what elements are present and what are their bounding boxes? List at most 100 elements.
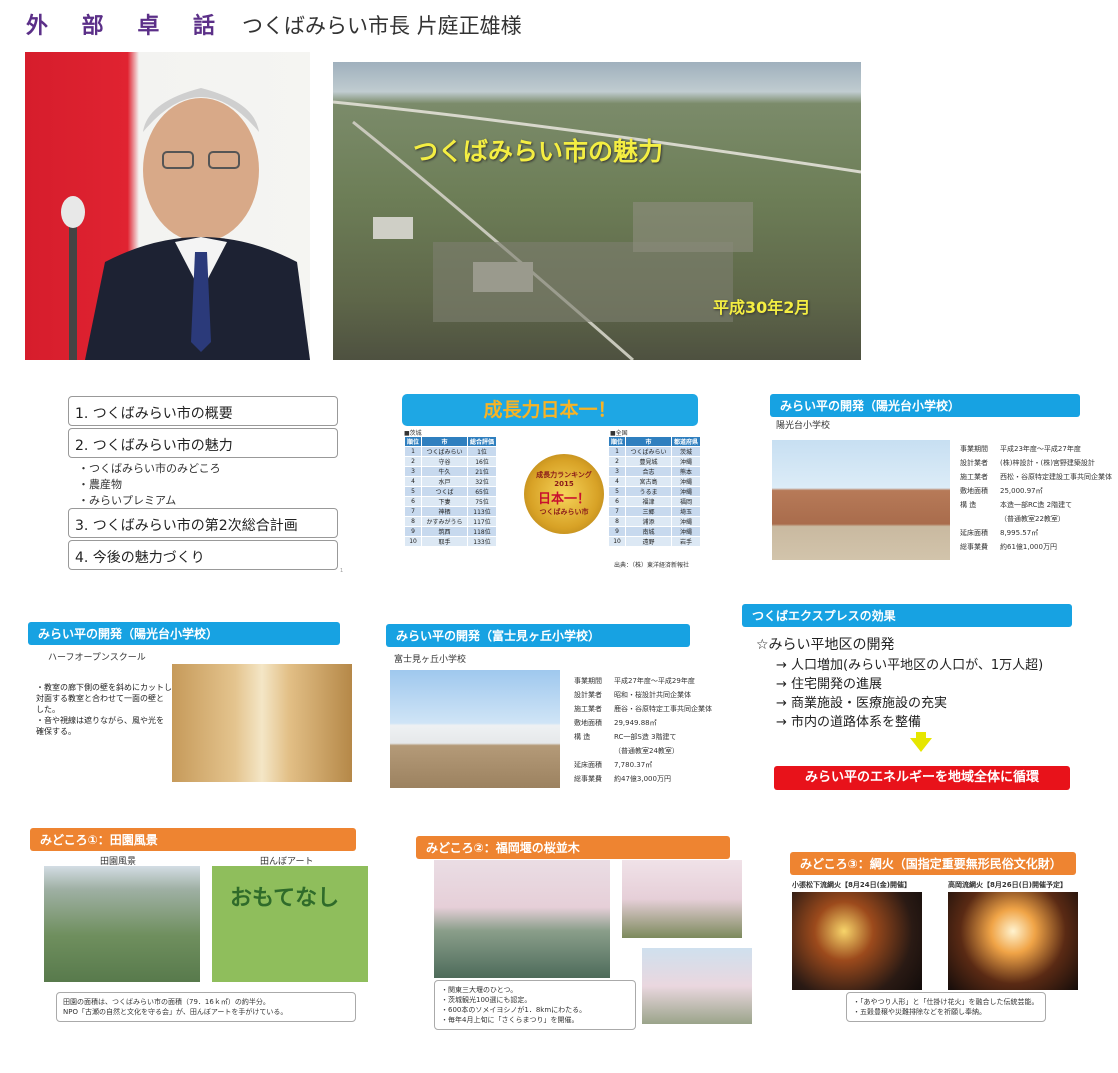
spec-value: 西松・谷原特定建設工事共同企業体 xyxy=(1000,473,1112,481)
spec-row: 構 造 本造一部RC造 2階建て xyxy=(960,498,1112,512)
spec-label: 事業期間 xyxy=(960,445,988,453)
school-building-photo xyxy=(772,440,950,560)
table-cell: 福岡 xyxy=(671,496,702,507)
table-row: 9 筑西 118位 xyxy=(403,526,498,537)
slide-agenda: 1. つくばみらい市の概要 2. つくばみらい市の魅力 ・つくばみらい市のみどこ… xyxy=(60,392,350,574)
spec-value: 8,995.57㎡ xyxy=(1000,529,1039,537)
cherry-trees-photo xyxy=(642,948,752,1024)
spec-label: 延床面積 xyxy=(960,529,988,537)
spec-row: 設計業者 昭和・桜設計共同企業体 xyxy=(574,688,712,702)
table-row: 2 守谷 16位 xyxy=(403,456,498,467)
spec-label: 総事業費 xyxy=(574,775,602,783)
table-cell: 岩手 xyxy=(671,536,702,547)
spec-label: 総事業費 xyxy=(960,543,988,551)
slide-note-box: ・関東三大堰のひとつ。 ・茨城観光100選にも認定。 ・600本のソメイヨシノが… xyxy=(434,980,636,1030)
table-cell: 浦添 xyxy=(625,516,673,527)
spec-value: 鹿谷・谷原特定工事共同企業体 xyxy=(614,705,712,713)
agenda-subitem: ・つくばみらい市のみどころ xyxy=(78,462,221,475)
ranking-column-header: 順位 xyxy=(607,436,627,447)
spec-row: 敷地面積 25,000.97㎡ xyxy=(960,484,1112,498)
table-row: 1 つくばみらい 1位 xyxy=(403,446,498,457)
table-cell: 牛久 xyxy=(421,466,469,477)
table-cell: つくばみらい xyxy=(625,446,673,457)
table-cell: 9 xyxy=(403,526,423,537)
note-line: した。 xyxy=(36,705,60,714)
table-cell: 10 xyxy=(607,536,627,547)
table-cell: 熊本 xyxy=(671,466,702,477)
table-cell: 守谷 xyxy=(421,456,469,467)
table-row: 8 浦添 沖縄 xyxy=(607,516,702,527)
table-row: 7 三郷 埼玉 xyxy=(607,506,702,517)
note-line: ・教室の廊下側の壁を斜めにカットし xyxy=(36,683,172,692)
spec-label: 設計業者 xyxy=(960,459,988,467)
slide-page-number: 1 xyxy=(340,568,344,574)
slide-spot-tsunabi: みどころ③：綱火（国指定重要無形民俗文化財） 小張松下流綱火【8月24日(金)開… xyxy=(790,852,1090,1032)
table-cell: 16位 xyxy=(467,456,498,467)
tsunabi-photo-2 xyxy=(948,892,1078,990)
note-line: ・毎年4月上旬に「さくらまつり」を開催。 xyxy=(441,1016,579,1024)
table-cell: 茨城 xyxy=(671,446,702,457)
spec-row: 事業期間 平成27年度～平成29年度 xyxy=(574,674,712,688)
table-cell: 福津 xyxy=(625,496,673,507)
express-item: → 市内の道路体系を整備 xyxy=(776,715,922,730)
spec-value: 平成27年度～平成29年度 xyxy=(614,677,695,685)
spec-value: 約47億3,000万円 xyxy=(614,775,671,783)
agenda-subitem: ・農産物 xyxy=(78,478,122,491)
spec-label: 施工業者 xyxy=(574,705,602,713)
spec-row: 総事業費 約47億3,000万円 xyxy=(574,772,712,786)
slide-title-bar: みらい平の開発（富士見ヶ丘小学校） xyxy=(386,624,690,647)
spec-value: 本造一部RC造 2階建て xyxy=(1000,501,1073,509)
table-row: 8 かすみがうら 117位 xyxy=(403,516,498,527)
spec-label: 構 造 xyxy=(960,501,977,509)
down-arrow-icon xyxy=(910,738,932,752)
spec-value: RC一部S造 3階建て xyxy=(614,733,677,741)
paddy-art-text: おもてなし xyxy=(230,886,340,911)
slide-title-bar: つくばエクスプレスの効果 xyxy=(742,604,1072,627)
table-cell: 筑西 xyxy=(421,526,469,537)
school-building-photo xyxy=(390,670,560,788)
table-cell: 9 xyxy=(607,526,627,537)
table-cell: かすみがうら xyxy=(421,516,469,527)
cherry-river-photo xyxy=(434,860,610,978)
note-line: ・関東三大堰のひとつ。 xyxy=(441,986,518,994)
school-name: 富士見ヶ丘小学校 xyxy=(394,655,467,665)
table-cell: 神栖 xyxy=(421,506,469,517)
spec-value: （普通教室24教室） xyxy=(614,747,679,755)
table-row: 7 神栖 113位 xyxy=(403,506,498,517)
note-line: 確保する。 xyxy=(36,727,76,736)
agenda-item: 4. 今後の魅力づくり xyxy=(68,540,338,570)
spec-value: 平成23年度～平成27年度 xyxy=(1000,445,1081,453)
spec-value: 約61億1,000万円 xyxy=(1000,543,1057,551)
table-cell: 21位 xyxy=(467,466,498,477)
table-cell: 65位 xyxy=(467,486,498,497)
spec-value: (株)梓設計・(株)宮野建築設計 xyxy=(1000,459,1095,467)
table-row: 6 福津 福岡 xyxy=(607,496,702,507)
table-cell: 4 xyxy=(607,476,627,487)
table-cell: 10 xyxy=(403,536,423,547)
spec-row: 事業期間 平成23年度～平成27年度 xyxy=(960,442,1112,456)
spec-label: 施工業者 xyxy=(960,473,988,481)
header-title: つくばみらい市長 片庭正雄様 xyxy=(241,14,522,38)
cherry-path-photo xyxy=(622,860,742,938)
table-cell: 118位 xyxy=(467,526,498,537)
slide-notes: ・教室の廊下側の壁を斜めにカットし 対面する教室と合わせて一面の壁と した。 ・… xyxy=(36,682,176,737)
hero-title: つくばみらい市の魅力 xyxy=(413,137,664,166)
table-cell: 沖縄 xyxy=(671,526,702,537)
school-spec-list: 事業期間 平成27年度～平成29年度 設計業者 昭和・桜設計共同企業体施工業者 鹿谷・谷… xyxy=(574,674,712,786)
table-cell: つくばみらい xyxy=(421,446,469,457)
table-cell: 113位 xyxy=(467,506,498,517)
slide-school-yokodai: みらい平の開発（陽光台小学校） 陽光台小学校 事業期間 平成23年度～平成27年度… xyxy=(768,392,1112,574)
slide-title-bar: みらい平の開発（陽光台小学校） xyxy=(770,394,1080,417)
spec-row: 施工業者 西松・谷原特定建設工事共同企業体 xyxy=(960,470,1112,484)
table-cell: 1 xyxy=(607,446,627,457)
table-cell: 8 xyxy=(607,516,627,527)
ranking-column-header: 都道府県 xyxy=(671,436,702,447)
table-row: 10 遠野 岩手 xyxy=(607,536,702,547)
table-cell: 5 xyxy=(607,486,627,497)
slide-spot-rural: みどころ①：田園風景 田園風景 田んぼアート おもてなし 田園の面積は、つくばみ… xyxy=(30,828,368,1028)
slide-title-bar: みらい平の開発（陽光台小学校） xyxy=(28,622,340,645)
spec-label: 敷地面積 xyxy=(574,719,602,727)
slide-subtitle: ハーフオープンスクール xyxy=(48,653,146,663)
table-row: 4 宮古島 沖縄 xyxy=(607,476,702,487)
slide-school-fujimigaoka: みらい平の開発（富士見ヶ丘小学校） 富士見ヶ丘小学校 事業期間 平成27年度～平成… xyxy=(386,622,712,804)
